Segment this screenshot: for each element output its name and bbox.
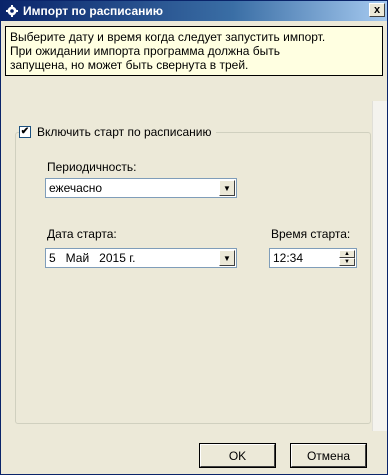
start-time-field[interactable]: 12:34 ▲ ▼ — [269, 248, 357, 268]
start-time-label: Время старта: — [271, 227, 351, 241]
window-title: Импорт по расписанию — [23, 4, 164, 18]
periodicity-label: Периодичность: — [47, 160, 137, 174]
start-date-value: 5 Май 2015 г. — [49, 251, 136, 265]
spin-down-icon[interactable]: ▼ — [339, 258, 355, 266]
ok-button[interactable]: OK — [199, 443, 276, 468]
periodicity-select[interactable]: ежечасно ▼ — [45, 178, 237, 198]
chevron-down-icon[interactable]: ▼ — [219, 180, 235, 196]
periodicity-value: ежечасно — [49, 181, 103, 195]
spin-up-icon[interactable]: ▲ — [339, 250, 355, 258]
cancel-button[interactable]: Отмена — [290, 443, 367, 468]
title-bar[interactable]: Импорт по расписанию x — [1, 1, 387, 21]
checkmark-icon: ✔ — [20, 126, 30, 137]
vertical-scrollbar[interactable] — [372, 101, 387, 431]
gear-icon — [5, 4, 19, 18]
enable-schedule-label: Включить старт по расписанию — [37, 125, 212, 139]
enable-schedule-row[interactable]: ✔ Включить старт по расписанию — [19, 125, 216, 139]
schedule-group — [15, 132, 371, 424]
start-date-picker[interactable]: 5 Май 2015 г. ▼ — [45, 248, 237, 268]
time-spinner[interactable]: ▲ ▼ — [339, 250, 355, 266]
chevron-down-icon[interactable]: ▼ — [219, 250, 235, 266]
dialog-window: Импорт по расписанию x Выберите дату и в… — [0, 0, 388, 475]
info-panel: Выберите дату и время когда следует запу… — [5, 26, 383, 76]
start-time-value: 12:34 — [273, 251, 304, 265]
start-date-label: Дата старта: — [47, 227, 117, 241]
enable-schedule-checkbox[interactable]: ✔ — [19, 126, 31, 138]
close-button[interactable]: x — [369, 3, 385, 17]
